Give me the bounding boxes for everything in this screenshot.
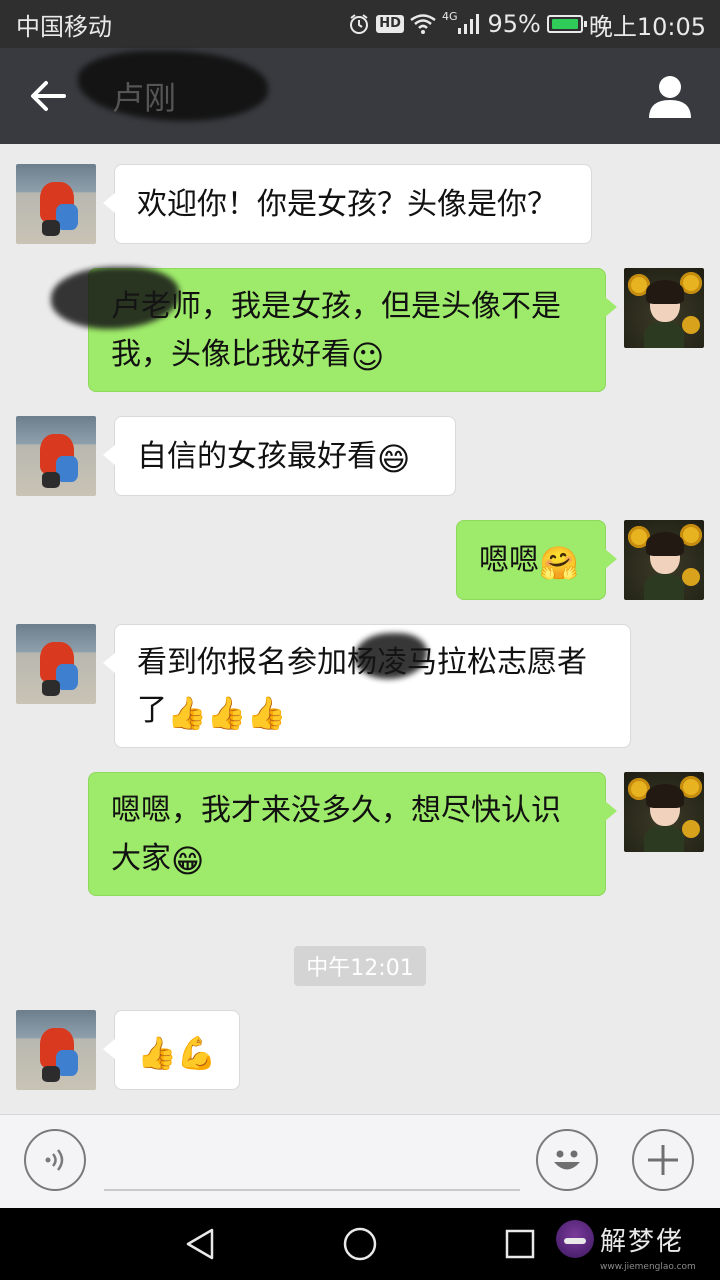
message-bubble[interactable]: 自信的女孩最好看😄 (103, 416, 456, 496)
contact-avatar[interactable] (16, 416, 96, 496)
my-avatar[interactable] (624, 772, 704, 852)
thumbs-up-flex-emoji: 👍💪 (137, 1034, 217, 1072)
chat-title-text: 卢刚 (112, 79, 177, 117)
contact-avatar[interactable] (16, 1010, 96, 1090)
alarm-icon (348, 13, 370, 35)
smiley-icon (554, 1150, 580, 1170)
battery-level (551, 19, 579, 29)
status-bar: 中国移动 HD 4G 95% 晚上10:05 (0, 0, 720, 48)
message-bubble[interactable]: 欢迎你！你是女孩？头像是你？ (103, 164, 592, 244)
my-avatar[interactable] (624, 520, 704, 600)
input-bar (0, 1114, 720, 1208)
battery-percent: 95% (487, 10, 541, 38)
message-text: 嗯嗯 (479, 543, 539, 578)
message-text: 自信的女孩最好看 (137, 439, 377, 474)
square-recent-icon (505, 1229, 535, 1259)
battery-icon (546, 15, 587, 33)
profile-button[interactable] (644, 70, 696, 122)
message-bubble[interactable]: 嗯嗯，我才来没多久，想尽快认识大家😁 (88, 772, 617, 896)
network-type: 4G (441, 9, 458, 23)
voice-button[interactable] (24, 1129, 86, 1191)
grin-emoji: 😄 (377, 440, 411, 478)
carrier-name: 中国移动 (16, 12, 112, 41)
watermark-url: www.jiemenglao.com (600, 1262, 696, 1272)
message-text: 欢迎你！你是女孩？头像是你？ (137, 187, 557, 222)
message-bubble[interactable]: 👍💪 (103, 1010, 240, 1090)
thumbs-up-emoji: 👍👍👍 (167, 694, 287, 732)
plus-icon (648, 1145, 678, 1175)
message-bubble[interactable]: 嗯嗯🤗 (456, 520, 617, 600)
emoji-button[interactable] (536, 1129, 598, 1191)
person-icon (649, 76, 691, 118)
watermark: 解梦佬 (556, 1220, 684, 1258)
back-button[interactable] (0, 48, 96, 144)
message-bubble[interactable]: 卢老师，我是女孩，但是头像不是我，头像比我好看☺ (51, 267, 617, 392)
triangle-back-icon (186, 1228, 214, 1260)
contact-avatar[interactable] (16, 164, 96, 244)
watermark-text: 解梦佬 (600, 1226, 685, 1257)
chat-title: 卢刚 (78, 51, 268, 121)
message-bubble[interactable]: 看到你报名参加杨凌马拉松志愿者了👍👍👍 (103, 624, 631, 748)
voice-icon (45, 1149, 64, 1171)
arrow-left-icon (31, 81, 66, 111)
contact-avatar[interactable] (16, 624, 96, 704)
wifi-icon (410, 14, 436, 34)
signal-icon: 4G (442, 10, 482, 34)
nav-home-button[interactable] (340, 1224, 380, 1264)
watermark-logo-icon (556, 1220, 594, 1258)
circle-home-icon (343, 1227, 377, 1261)
chat-header: 卢刚 (0, 48, 720, 144)
message-input[interactable] (104, 1135, 520, 1191)
nav-recent-button[interactable] (500, 1224, 540, 1264)
more-button[interactable] (632, 1129, 694, 1191)
hug-emoji: 🤗 (539, 544, 579, 582)
clock: 晚上10:05 (588, 12, 706, 41)
hd-icon: HD (376, 15, 404, 33)
status-icons: HD 4G 95% 晚上10:05 (348, 7, 706, 42)
timestamp-divider: 中午12:01 (294, 946, 426, 986)
blush-emoji: ☺ (351, 338, 385, 376)
beam-emoji: 😁 (171, 842, 205, 880)
my-avatar[interactable] (624, 268, 704, 348)
message-list[interactable]: 欢迎你！你是女孩？头像是你？ 卢老师，我是女孩，但是头像不是我，头像比我好看☺ … (0, 144, 720, 1114)
system-nav-bar: 解梦佬 www.jiemenglao.com (0, 1208, 720, 1280)
message-text: 卢老师，我是女孩，但是头像不是我，头像比我好看 (111, 289, 561, 372)
nav-back-button[interactable] (180, 1224, 220, 1264)
